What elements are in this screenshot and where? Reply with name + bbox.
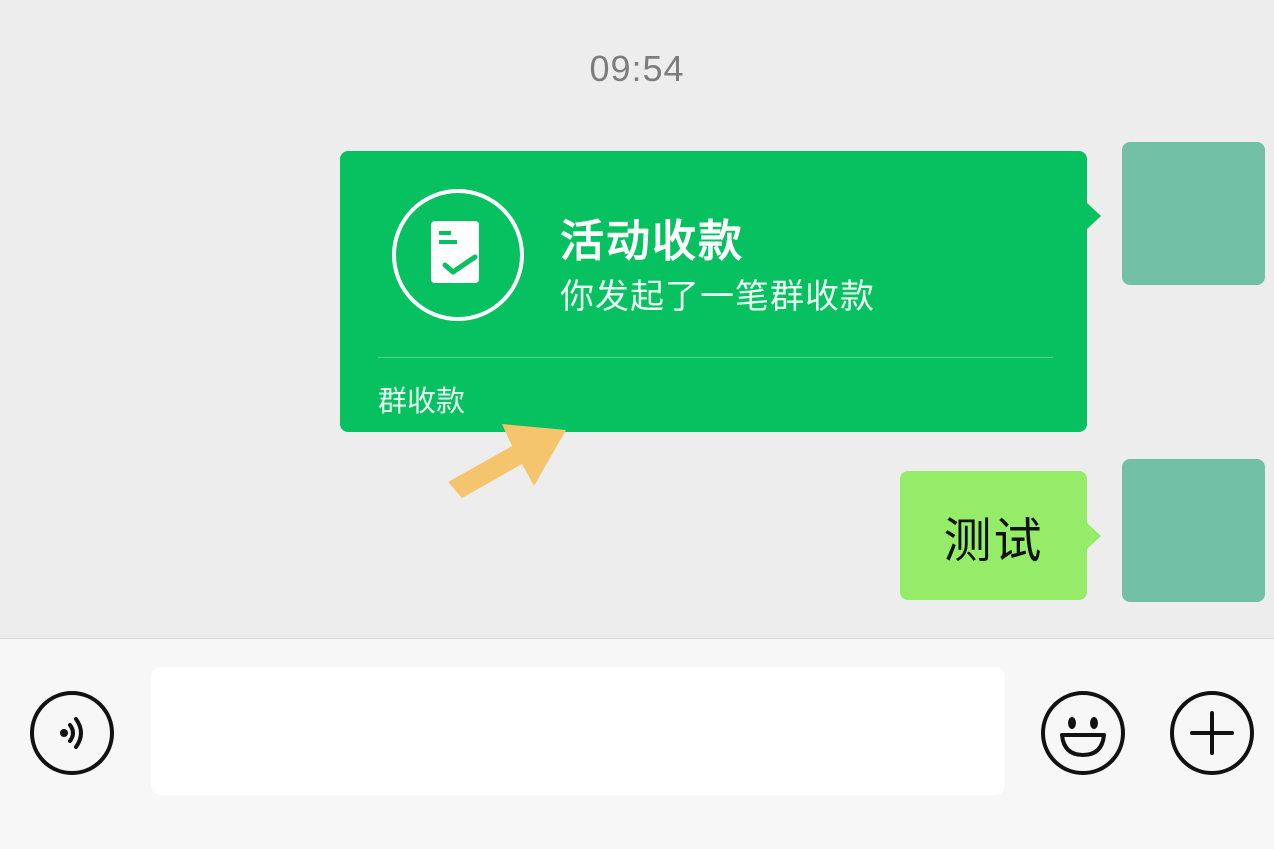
text-message-content: 测试 [943, 512, 1044, 569]
arrow-annotation-icon [448, 424, 566, 498]
receipt-check-icon [392, 189, 524, 321]
avatar[interactable] [1122, 459, 1265, 602]
message-timestamp: 09:54 [589, 48, 685, 89]
voice-icon [60, 717, 83, 749]
emoji-icon [1060, 717, 1106, 757]
plus-button[interactable] [1170, 691, 1254, 775]
voice-button[interactable] [30, 691, 114, 775]
chat-message-area[interactable]: 09:54 活动收款 你发起了一笔群收款 群收款 测试 [0, 0, 1274, 638]
payment-card-divider [378, 357, 1053, 358]
message-input[interactable] [151, 667, 1005, 795]
message-input-bar [0, 638, 1274, 849]
payment-card-subtitle: 你发起了一笔群收款 [560, 277, 875, 317]
avatar[interactable] [1122, 142, 1265, 285]
group-payment-card[interactable]: 活动收款 你发起了一笔群收款 群收款 [340, 151, 1101, 432]
text-message-bubble[interactable]: 测试 [900, 471, 1101, 600]
payment-card-title: 活动收款 [560, 216, 744, 267]
emoji-button[interactable] [1041, 691, 1125, 775]
plus-icon [1190, 711, 1234, 755]
